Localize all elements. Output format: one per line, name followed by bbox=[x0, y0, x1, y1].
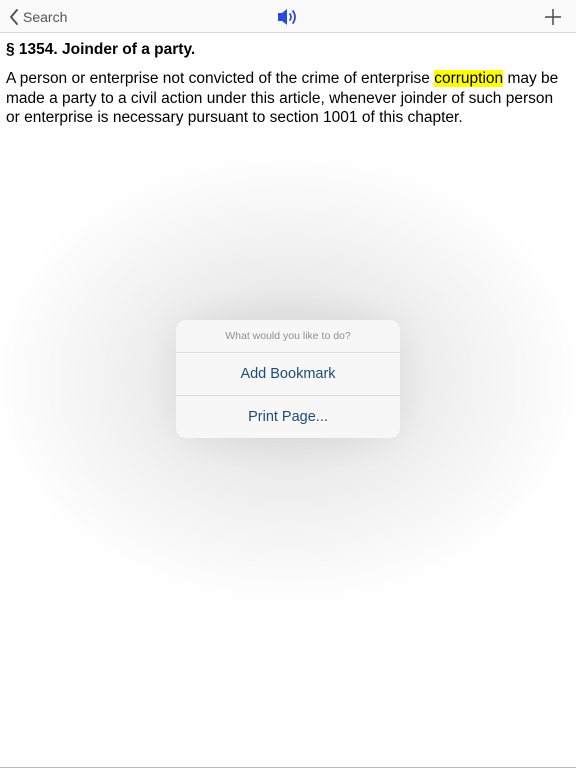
speaker-icon bbox=[276, 9, 300, 32]
action-sheet-prompt: What would you like to do? bbox=[176, 320, 400, 353]
read-aloud-button[interactable] bbox=[276, 6, 300, 28]
print-page-button[interactable]: Print Page... bbox=[176, 396, 400, 438]
add-bookmark-button[interactable]: Add Bookmark bbox=[176, 353, 400, 396]
chevron-left-icon bbox=[8, 8, 20, 26]
back-button[interactable]: Search bbox=[8, 6, 67, 28]
plus-icon bbox=[544, 9, 562, 30]
section-title: § 1354. Joinder of a party. bbox=[6, 41, 196, 58]
body-text-before: A person or enterprise not convicted of … bbox=[6, 70, 435, 87]
section-body: A person or enterprise not convicted of … bbox=[6, 69, 570, 128]
document-content: § 1354. Joinder of a party. A person or … bbox=[6, 40, 570, 128]
action-sheet: What would you like to do? Add Bookmark … bbox=[176, 320, 400, 438]
highlighted-search-term: corruption bbox=[434, 70, 504, 87]
navigation-bar: Search bbox=[0, 0, 576, 33]
add-button[interactable] bbox=[544, 8, 562, 26]
back-button-label: Search bbox=[23, 9, 68, 25]
